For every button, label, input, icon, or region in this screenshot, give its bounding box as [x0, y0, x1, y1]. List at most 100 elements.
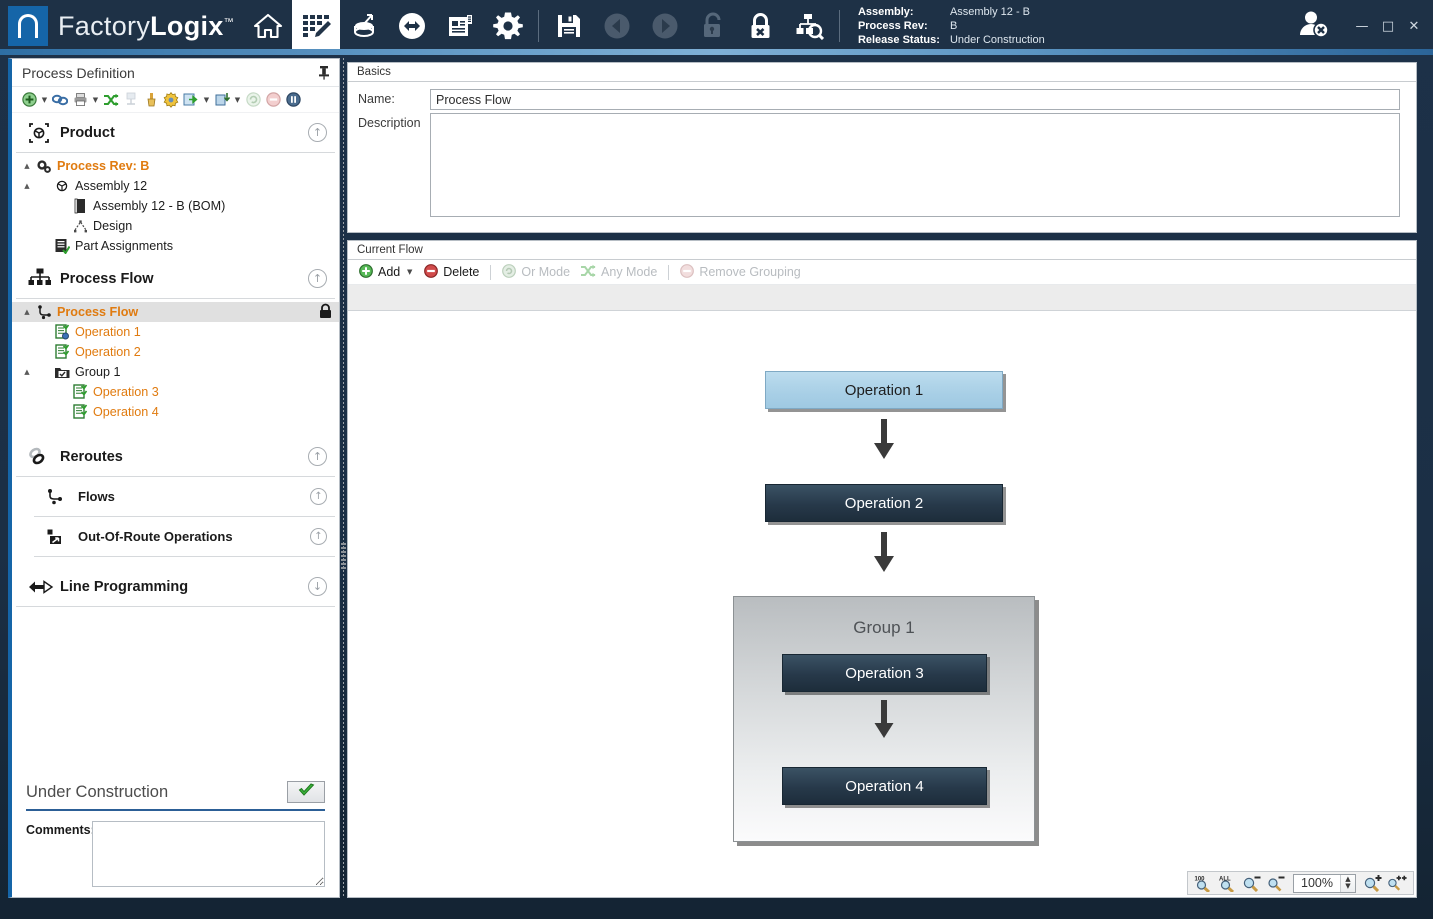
panel-splitter[interactable] — [341, 58, 346, 898]
accent-bar — [0, 49, 1433, 55]
twisty-icon[interactable]: ▲ — [20, 308, 34, 316]
tree-row-process-rev[interactable]: ▲ Process Rev: B — [12, 156, 339, 176]
export-dropdown-caret[interactable]: ▼ — [202, 91, 211, 109]
link-icon[interactable] — [51, 91, 69, 109]
splitter-grip[interactable] — [341, 543, 346, 569]
shuffle-icon[interactable] — [102, 91, 120, 109]
unlock-icon[interactable] — [689, 0, 737, 52]
group-folder-icon — [52, 365, 72, 380]
tree-row-bom[interactable]: Assembly 12 - B (BOM) — [12, 196, 339, 216]
section-flows-collapse[interactable]: ↑ — [310, 488, 327, 505]
zoom-level-value[interactable]: 100% — [1294, 876, 1340, 890]
back-arrow-icon[interactable] — [593, 0, 641, 52]
process-definition-panel: Process Definition ▼ ▼ — [8, 58, 340, 898]
section-product[interactable]: Product ↑ — [16, 113, 335, 153]
tree-row-operation-1[interactable]: Operation 1 — [12, 322, 339, 342]
pin-icon[interactable] — [315, 64, 333, 82]
section-flows[interactable]: Flows ↑ — [34, 477, 335, 517]
export-icon[interactable] — [182, 91, 200, 109]
process-search-icon[interactable] — [785, 0, 833, 52]
add-dropdown-caret[interactable]: ▼ — [40, 91, 49, 109]
flow-node-operation-1[interactable]: Operation 1 — [765, 371, 1003, 409]
add-icon[interactable] — [20, 91, 38, 109]
zoom-all-icon[interactable]: ALL — [1218, 874, 1238, 892]
zoom-100-icon[interactable]: 100 — [1194, 874, 1214, 892]
lock-delete-icon[interactable] — [737, 0, 785, 52]
flow-node-operation-4-label: Operation 4 — [845, 778, 923, 795]
reports-icon[interactable] — [436, 0, 484, 52]
process-definition-icon[interactable] — [292, 0, 340, 52]
print-icon[interactable] — [71, 91, 89, 109]
comments-input[interactable] — [92, 821, 325, 887]
tree-label-part-assignments: Part Assignments — [75, 239, 173, 253]
section-out-of-route-collapse[interactable]: ↑ — [310, 528, 327, 545]
delete-button[interactable]: Delete — [421, 264, 482, 281]
name-input[interactable] — [430, 89, 1400, 110]
materials-icon[interactable] — [340, 0, 388, 52]
pause-icon[interactable] — [284, 91, 302, 109]
flow-node-operation-4[interactable]: Operation 4 — [782, 767, 987, 805]
section-process-flow-collapse[interactable]: ↑ — [308, 269, 327, 288]
process-flow-icon — [28, 268, 56, 290]
tree-row-design[interactable]: Design — [12, 216, 339, 236]
zoom-out-icon[interactable] — [1242, 874, 1262, 892]
settings-star-icon[interactable] — [162, 91, 180, 109]
description-input[interactable] — [430, 113, 1400, 217]
user-logout-icon[interactable] — [1297, 9, 1331, 44]
tree-label-process-flow: Process Flow — [57, 305, 138, 319]
delete-red-icon — [424, 264, 438, 281]
zoom-in-step-icon[interactable] — [1387, 874, 1407, 892]
twisty-icon[interactable]: ▲ — [20, 368, 34, 376]
lock-icon[interactable] — [318, 303, 333, 322]
tree-row-process-flow[interactable]: ▲ Process Flow — [12, 302, 339, 322]
flow-node-operation-2[interactable]: Operation 2 — [765, 484, 1003, 522]
save-icon[interactable] — [545, 0, 593, 52]
close-button[interactable]: ✕ — [1401, 13, 1427, 39]
section-reroutes[interactable]: Reroutes ↑ — [16, 437, 335, 477]
product-cube-icon — [28, 122, 56, 144]
section-product-collapse[interactable]: ↑ — [308, 123, 327, 142]
tree-label-bom: Assembly 12 - B (BOM) — [93, 199, 225, 213]
remove-grouping-label: Remove Grouping — [699, 265, 800, 279]
minimize-button[interactable]: — — [1349, 13, 1375, 39]
section-line-programming-expand[interactable]: ↓ — [308, 577, 327, 596]
tool-icon[interactable] — [142, 91, 160, 109]
description-label: Description — [358, 113, 430, 130]
tree-row-operation-2[interactable]: Operation 2 — [12, 342, 339, 362]
home-icon[interactable] — [244, 0, 292, 52]
tree-row-operation-4[interactable]: Operation 4 — [12, 402, 339, 422]
approve-button[interactable] — [287, 781, 325, 803]
twisty-icon[interactable]: ▲ — [20, 162, 34, 170]
gears-icon — [34, 159, 54, 174]
tree-label-operation-3: Operation 3 — [93, 385, 159, 399]
add-dropdown-caret[interactable]: ▼ — [405, 263, 414, 281]
tree-row-assembly[interactable]: ▲ Assembly 12 — [12, 176, 339, 196]
print-dropdown-caret[interactable]: ▼ — [91, 91, 100, 109]
flow-node-operation-3[interactable]: Operation 3 — [782, 654, 987, 692]
import-icon[interactable] — [213, 91, 231, 109]
green-check-icon — [298, 783, 315, 802]
add-button[interactable]: Add ▼ — [356, 263, 417, 281]
tree-row-group-1[interactable]: ▲ Group 1 — [12, 362, 339, 382]
zoom-level-spinner[interactable]: ▲ ▼ — [1340, 875, 1355, 892]
flow-group-1[interactable]: Group 1 Operation 3 Operation 4 — [733, 596, 1035, 842]
zoom-out-step-icon[interactable] — [1266, 874, 1286, 892]
section-line-programming[interactable]: Line Programming ↓ — [16, 567, 335, 607]
flow-icon — [46, 488, 74, 506]
import-dropdown-caret[interactable]: ▼ — [233, 91, 242, 109]
logistics-icon[interactable] — [388, 0, 436, 52]
settings-gear-icon[interactable] — [484, 0, 532, 52]
zoom-level-field[interactable]: 100% ▲ ▼ — [1293, 874, 1356, 893]
section-out-of-route-operations[interactable]: Out-Of-Route Operations ↑ — [34, 517, 335, 557]
flow-canvas[interactable]: Operation 1 Operation 2 Group 1 Operatio… — [348, 311, 1416, 897]
twisty-icon[interactable]: ▲ — [20, 182, 34, 190]
section-reroutes-collapse[interactable]: ↑ — [308, 447, 327, 466]
section-process-flow[interactable]: Process Flow ↑ — [16, 259, 335, 299]
zoom-spin-down[interactable]: ▼ — [1345, 883, 1350, 890]
zoom-in-icon[interactable] — [1363, 874, 1383, 892]
forward-arrow-icon[interactable] — [641, 0, 689, 52]
main-scroll-rail[interactable] — [1417, 58, 1425, 898]
maximize-button[interactable]: □ — [1375, 13, 1401, 39]
tree-row-operation-3[interactable]: Operation 3 — [12, 382, 339, 402]
tree-row-part-assignments[interactable]: Part Assignments — [12, 236, 339, 256]
